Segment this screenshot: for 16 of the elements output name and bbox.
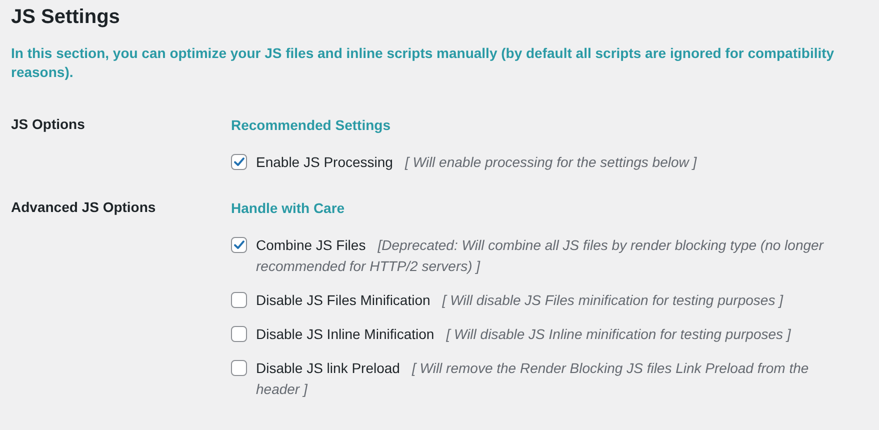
row-label: Advanced JS Options <box>11 198 157 217</box>
checkbox[interactable] <box>231 154 247 170</box>
group-heading: Recommended Settings <box>231 116 392 135</box>
group-heading: Handle with Care <box>231 199 346 218</box>
option-label[interactable]: Enable JS Processing [ Will enable processing for the settings below ] <box>256 152 851 173</box>
checkbox[interactable] <box>231 360 247 376</box>
checkbox[interactable] <box>231 292 247 308</box>
option-label[interactable]: Disable JS link Preload [ Will remove the Render Blocking JS files Link Preload from the header ] <box>256 358 851 400</box>
checkbox[interactable] <box>231 237 247 253</box>
intro-text: In this section, you can optimize your JS files and inline scripts manually (by default all scripts are ignored for compatibility reasons). <box>11 44 836 82</box>
option-label[interactable]: Combine JS Files [Deprecated: Will combine all JS files by render blocking type (no longer recommended for HTTP/2 servers) ] <box>256 235 851 277</box>
checkbox[interactable] <box>231 326 247 342</box>
option-label[interactable]: Disable JS Files Minification [ Will disable JS Files minification for testing purposes ] <box>256 290 851 311</box>
row-label: JS Options <box>11 115 86 134</box>
section-title: JS Settings <box>11 5 121 30</box>
option-label[interactable]: Disable JS Inline Minification [ Will disable JS Inline minification for testing purposes ] <box>256 324 851 345</box>
